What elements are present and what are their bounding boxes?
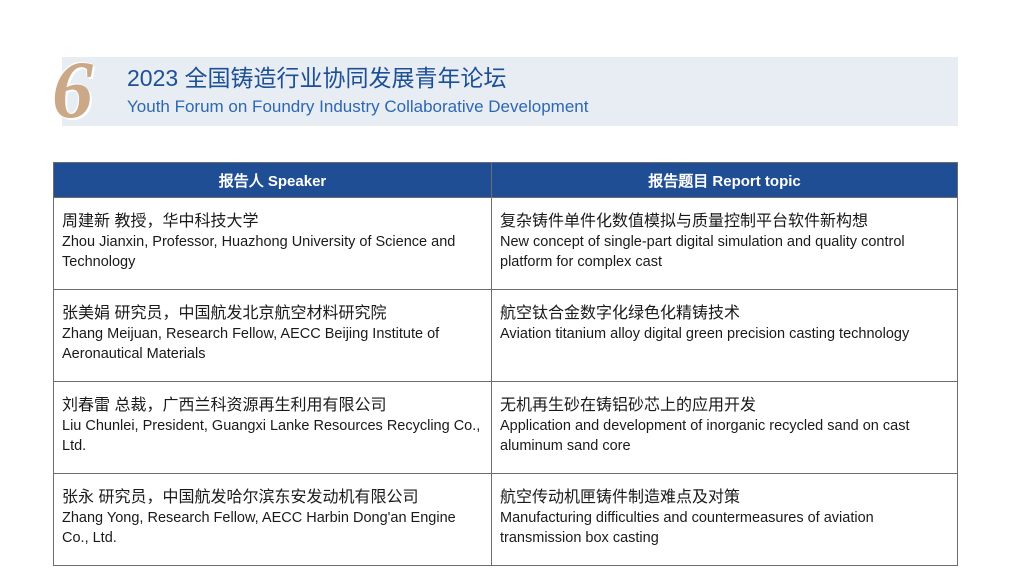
topic-cell: 无机再生砂在铸铝砂芯上的应用开发 Application and develop…: [491, 381, 958, 474]
speaker-name-en: Zhang Yong, Research Fellow, AECC Harbin…: [62, 510, 456, 546]
table-row: 张永 研究员，中国航发哈尔滨东安发动机有限公司 Zhang Yong, Rese…: [53, 473, 958, 566]
topic-en: New concept of single-part digital simul…: [500, 234, 905, 270]
speaker-name-cn: 周建新 教授，华中科技大学: [62, 213, 259, 230]
table-row: 张美娟 研究员，中国航发北京航空材料研究院 Zhang Meijuan, Res…: [53, 289, 958, 382]
topic-en: Application and development of inorganic…: [500, 418, 910, 454]
topic-cell: 复杂铸件单件化数值模拟与质量控制平台软件新构想 New concept of s…: [491, 197, 958, 290]
topic-cn: 无机再生砂在铸铝砂芯上的应用开发: [500, 397, 757, 414]
topic-en: Manufacturing difficulties and counterme…: [500, 510, 874, 546]
table-row: 刘春雷 总裁，广西兰科资源再生利用有限公司 Liu Chunlei, Presi…: [53, 381, 958, 474]
speaker-name-en: Zhang Meijuan, Research Fellow, AECC Bei…: [62, 326, 440, 362]
speaker-name-cn: 刘春雷 总裁，广西兰科资源再生利用有限公司: [62, 397, 387, 414]
section-number: 6: [52, 44, 93, 135]
speaker-name-en: Liu Chunlei, President, Guangxi Lanke Re…: [62, 418, 481, 454]
speaker-name-en: Zhou Jianxin, Professor, Huazhong Univer…: [62, 234, 456, 270]
topic-cell: 航空传动机匣铸件制造难点及对策 Manufacturing difficulti…: [491, 473, 958, 566]
speaker-name-cn: 张永 研究员，中国航发哈尔滨东安发动机有限公司: [62, 489, 419, 506]
page-title-cn: 2023 全国铸造行业协同发展青年论坛: [127, 65, 507, 91]
speaker-cell: 张美娟 研究员，中国航发北京航空材料研究院 Zhang Meijuan, Res…: [53, 289, 492, 382]
speaker-table: 报告人 Speaker 报告题目 Report topic 周建新 教授，华中科…: [53, 162, 958, 566]
page-title-en: Youth Forum on Foundry Industry Collabor…: [127, 97, 589, 116]
table-row: 周建新 教授，华中科技大学 Zhou Jianxin, Professor, H…: [53, 197, 958, 290]
speaker-name-cn: 张美娟 研究员，中国航发北京航空材料研究院: [62, 305, 387, 322]
topic-cn: 复杂铸件单件化数值模拟与质量控制平台软件新构想: [500, 213, 869, 230]
speaker-cell: 刘春雷 总裁，广西兰科资源再生利用有限公司 Liu Chunlei, Presi…: [53, 381, 492, 474]
topic-en: Aviation titanium alloy digital green pr…: [500, 326, 910, 342]
speaker-cell: 张永 研究员，中国航发哈尔滨东安发动机有限公司 Zhang Yong, Rese…: [53, 473, 492, 566]
column-header-speaker: 报告人 Speaker: [53, 162, 492, 198]
column-header-topic: 报告题目 Report topic: [491, 162, 958, 198]
speaker-cell: 周建新 教授，华中科技大学 Zhou Jianxin, Professor, H…: [53, 197, 492, 290]
table-header-row: 报告人 Speaker 报告题目 Report topic: [53, 162, 958, 198]
topic-cell: 航空钛合金数字化绿色化精铸技术 Aviation titanium alloy …: [491, 289, 958, 382]
topic-cn: 航空传动机匣铸件制造难点及对策: [500, 489, 741, 506]
topic-cn: 航空钛合金数字化绿色化精铸技术: [500, 305, 741, 322]
